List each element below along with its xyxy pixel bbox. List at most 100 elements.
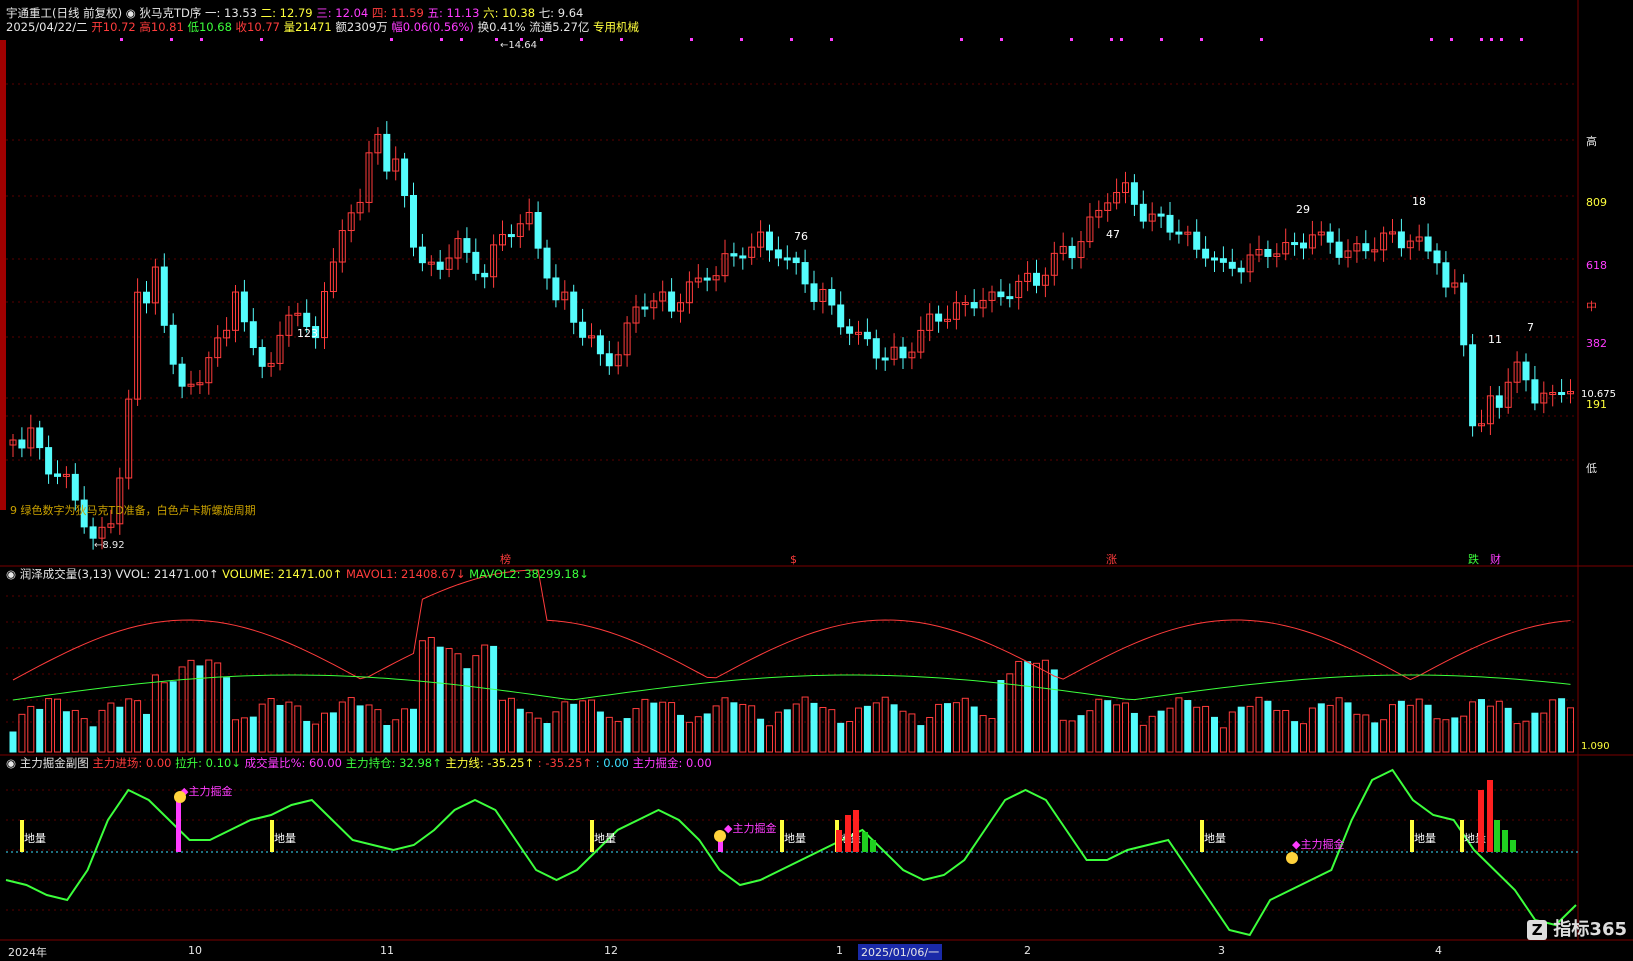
signal-dot [740,38,743,41]
signal-dot [620,38,623,41]
volume-bar [1255,696,1263,753]
candle [1068,245,1076,259]
volume-bar [294,705,302,753]
x-label-4: 1 [836,944,843,957]
volume-bar [347,697,355,753]
volume-bar [169,681,177,753]
volume-bar [1175,697,1183,753]
volume-bar [748,705,756,753]
candle [1424,236,1432,252]
candle [579,321,587,338]
volume-bar [534,717,542,753]
candle [169,324,177,365]
candle [1175,231,1183,235]
volume-bar [1424,704,1432,753]
volume-bar [463,668,471,753]
candle [997,291,1005,298]
signal-dot [960,38,963,41]
volume-field-1: VOLUME: 21471.00↑ [222,567,346,581]
volume-bar [1300,723,1307,753]
volume-bar [730,702,738,753]
volume-bar [71,709,79,753]
volume-bar [774,711,782,753]
volume-bar [712,705,720,753]
candle [481,272,489,278]
candle [1291,242,1299,246]
volume-bar [401,708,409,753]
lucas-count: 11 [1488,333,1502,346]
volume-bar [881,696,889,753]
volume-bar [1522,720,1530,753]
signal-dot [1000,38,1003,41]
candle [783,257,791,261]
signal-marker: $ [790,553,797,566]
volume-bar [321,712,328,753]
x-label-6: 2 [1024,944,1031,957]
volume-bar [107,702,115,753]
candle [970,302,978,309]
kline-chart[interactable]: 地量地量地量地量地量地量地量地量◆主力掘金◆主力掘金◆主力掘金123764729… [0,0,1633,961]
volume-bar [9,731,17,753]
volume-bar [214,662,222,753]
candle [1522,361,1530,381]
volume-bar [1442,719,1450,753]
force-bar [853,810,859,852]
volume-bar [1380,719,1388,753]
force-bar [1502,830,1508,852]
smile-icon [174,791,186,803]
volume-field-0: VVOL: 21471.00↑ [115,567,223,581]
candle [935,313,943,322]
force-bar [1478,790,1484,852]
volume-right-value: 1.090 [1581,741,1610,752]
candle [801,262,809,285]
volume-bar [151,674,159,753]
signal-dot [540,38,543,41]
volume-bar [1139,724,1147,753]
volume-bar [908,713,916,753]
signal-dot [495,38,498,41]
candle [249,321,257,349]
volume-bar [810,702,818,753]
volume-bar [1068,720,1076,753]
volume-bar [1202,705,1210,753]
smile-icon [1286,852,1298,864]
candle [1166,214,1174,233]
subchart-title[interactable]: ◉ 主力掘金副图 [6,756,92,770]
volume-bar [392,719,400,753]
volume-bar [525,712,533,753]
volume-bar [516,708,524,753]
signal-dot [440,38,443,41]
volume-bar [80,718,88,753]
volume-bar [1353,713,1361,753]
candle [1130,182,1138,205]
candle [774,249,782,259]
volume-bar [258,703,266,753]
subchart-header: ◉ 主力掘金副图 主力进场: 0.00 拉升: 0.10↓ 成交量比%: 60.… [6,756,712,770]
volume-bar [1264,700,1272,753]
volume-bar [1166,707,1174,753]
volume-bar [1050,669,1058,753]
volume-bar [561,701,569,753]
volume-bar [1157,710,1165,753]
jin-label: ◆主力掘金 [724,821,776,835]
low-price-label: ←8.92 [94,540,125,551]
candle [739,255,747,259]
volume-bar [1389,704,1396,753]
subchart-field-0: 主力进场: 0.00 [92,756,176,770]
candle [1237,267,1245,273]
candle [1157,213,1165,217]
signal-dot [1490,38,1493,41]
signal-dot [790,38,793,41]
signal-dot [580,38,583,41]
volume-title[interactable]: ◉ 润泽成交量(3,13) [6,567,115,581]
volume-bar [828,709,836,753]
candle [872,338,880,359]
candle [730,253,738,257]
zone-label: 地量 [594,832,616,845]
volume-bar [935,703,943,753]
lucas-count: 47 [1106,228,1120,241]
lucas-count: 7 [1527,321,1534,334]
candle [1228,261,1236,269]
signal-dot [1500,38,1503,41]
subchart-field-2: 成交量比%: 60.00 [244,756,346,770]
